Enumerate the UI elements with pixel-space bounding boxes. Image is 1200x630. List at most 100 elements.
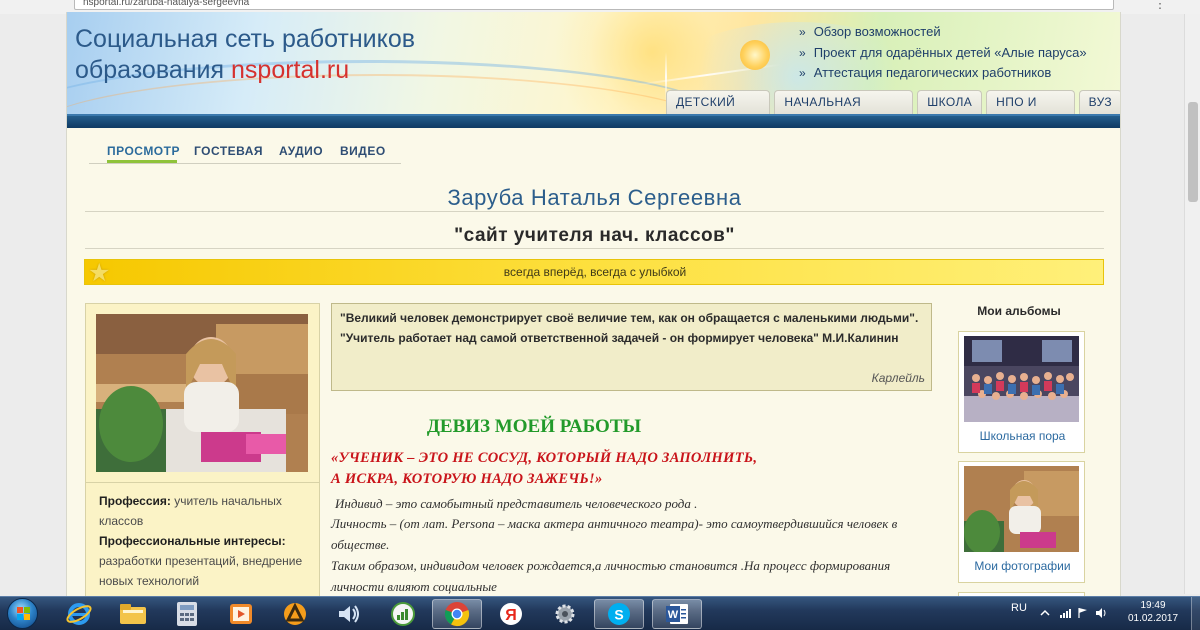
yandex-icon[interactable]: Я xyxy=(486,599,536,629)
site-title-line1: Социальная сеть работников xyxy=(75,25,416,53)
chrome-glyph xyxy=(444,602,470,627)
tab-audio[interactable]: Аудио xyxy=(279,144,323,158)
quote-author: Карлейль xyxy=(871,371,925,385)
profession-label: Профессия: xyxy=(99,494,171,508)
show-desktop-button[interactable] xyxy=(1191,597,1200,630)
header-link-attestation[interactable]: » Аттестация педагогических работников xyxy=(799,63,1087,84)
calculator-glyph xyxy=(177,602,197,626)
flag-icon[interactable] xyxy=(1077,607,1089,619)
profile-photo[interactable] xyxy=(96,314,308,472)
ie-icon[interactable] xyxy=(54,599,104,629)
paragraph-formation: Таким образом, индивидом человек рождает… xyxy=(331,558,891,594)
header-divider-band xyxy=(67,114,1120,128)
network-icon[interactable] xyxy=(1059,607,1071,619)
web-page: Социальная сеть работников образования n… xyxy=(66,12,1121,596)
interests-label: Профессиональные интересы: xyxy=(99,534,286,548)
skype-glyph: S xyxy=(608,603,630,625)
album-thumbnail[interactable] xyxy=(964,466,1079,552)
site-brand: nsportal.ru xyxy=(231,56,350,84)
header-link-label: Обзор возможностей xyxy=(813,24,941,39)
tab-primary-school[interactable]: Начальная школа xyxy=(774,90,914,114)
active-tab-indicator xyxy=(107,160,177,163)
tab-video[interactable]: Видео xyxy=(340,144,386,158)
menu-icon[interactable]: ⋮ xyxy=(1152,0,1168,12)
scroll-thumb[interactable] xyxy=(1188,102,1198,202)
folder-icon xyxy=(120,604,146,624)
motto-banner: ★ всегда вперёд, всегда с улыбкой xyxy=(84,259,1104,286)
album-caption[interactable]: Мои фотографии xyxy=(959,559,1086,573)
paragraph-personality: Личность – (от лат. Persona – маска акте… xyxy=(331,516,898,552)
skype-icon[interactable]: S xyxy=(594,599,644,629)
work-motto-quote-line1: «УЧЕНИК – ЭТО НЕ СОСУД, КОТОРЫЙ НАДО ЗАП… xyxy=(331,450,758,466)
site-header: Социальная сеть работников образования n… xyxy=(67,12,1120,114)
chrome-icon[interactable] xyxy=(432,599,482,629)
divider xyxy=(85,248,1104,249)
tab-vocational[interactable]: НПО и СПО xyxy=(986,90,1075,114)
header-link-scarlet-sails[interactable]: » Проект для одарённых детей «Алые паруса… xyxy=(799,43,1087,64)
calculator-icon[interactable] xyxy=(162,599,212,629)
quote-text: "Великий человек демонстрирует своё вели… xyxy=(340,311,919,345)
motto-text: всегда вперёд, всегда с улыбкой xyxy=(503,265,687,279)
avast-glyph xyxy=(284,602,306,625)
word-glyph: W xyxy=(666,604,688,624)
profile-subnav: Просмотр Гостевая Аудио Видео xyxy=(89,140,401,164)
paragraph-individual: Индивид – это самобытный представитель ч… xyxy=(335,496,698,511)
language-indicator[interactable]: RU xyxy=(1011,602,1027,614)
speaker-tray-icon[interactable] xyxy=(1095,607,1107,619)
tab-university[interactable]: ВУЗ xyxy=(1078,90,1120,114)
interests-value: разработки презентаций, внедрение новых … xyxy=(99,554,303,588)
work-motto-quote-line2: А ИСКРА, КОТОРУЮ НАДО ЗАЖЕЧЬ!» xyxy=(331,471,603,487)
media-player-glyph xyxy=(230,604,252,624)
clock-time[interactable]: 19:49 xyxy=(1131,600,1175,612)
album-photo-image xyxy=(964,336,1079,422)
bullet-icon: » xyxy=(799,25,806,39)
media-player-icon[interactable] xyxy=(216,599,266,629)
tab-view[interactable]: Просмотр xyxy=(107,144,180,158)
header-link-label: Проект для одарённых детей «Алые паруса» xyxy=(813,44,1087,60)
albums-title: Мои альбомы xyxy=(977,304,1061,318)
address-bar[interactable]: nsportal.ru/zaruba-natalya-sergeevna xyxy=(74,0,1114,10)
word-icon[interactable]: W xyxy=(652,599,702,629)
gauge-icon xyxy=(391,602,415,626)
work-motto-quote: «УЧЕНИК – ЭТО НЕ СОСУД, КОТОРЫЙ НАДО ЗАП… xyxy=(331,448,811,490)
start-button[interactable] xyxy=(4,597,40,630)
tab-kindergarten[interactable]: Детский сад xyxy=(666,90,771,114)
divider xyxy=(85,211,1104,212)
volume-mixer-icon[interactable] xyxy=(324,599,374,629)
album-card[interactable]: Мои фотографии xyxy=(958,461,1085,583)
tools-icon[interactable] xyxy=(540,599,590,629)
header-links: » Обзор возможностей » Проект для одарённы… xyxy=(799,22,1087,84)
svg-text:W: W xyxy=(668,609,679,621)
page-scrollbar[interactable] xyxy=(1184,14,1200,594)
site-title-prefix: образования xyxy=(75,56,225,84)
header-link-label: Аттестация педагогических работников xyxy=(813,65,1052,80)
explorer-icon[interactable] xyxy=(108,599,158,629)
album-thumbnail[interactable] xyxy=(964,336,1079,422)
chart-app-icon[interactable] xyxy=(378,599,428,629)
quote-block: "Великий человек демонстрирует своё вели… xyxy=(331,303,932,391)
education-level-tabs: Детский сад Начальная школа Школа НПО и … xyxy=(666,90,1120,114)
header-link-overview[interactable]: » Обзор возможностей xyxy=(799,22,1087,43)
profile-card: Профессия: учитель начальных классов Про… xyxy=(85,303,320,596)
clock-date[interactable]: 01.02.2017 xyxy=(1125,613,1181,625)
work-motto-heading: ДЕВИЗ МОЕЙ РАБОТЫ xyxy=(426,416,642,437)
sun-decoration-icon xyxy=(740,40,770,70)
windows-logo-icon xyxy=(7,598,38,629)
windows-taskbar: Я S W RU 19:49 01.02.2017 xyxy=(0,596,1200,630)
tab-school[interactable]: Школа xyxy=(917,90,983,114)
site-logo-title[interactable]: Социальная сеть работников образования n… xyxy=(75,24,415,86)
avast-icon[interactable] xyxy=(270,599,320,629)
album-photo-image xyxy=(964,466,1079,552)
site-subtitle: "сайт учителя нач. классов" xyxy=(454,225,735,246)
page-title: Заруба Наталья Сергеевна xyxy=(447,185,742,210)
expand-tray-icon[interactable] xyxy=(1039,607,1051,619)
album-caption[interactable]: Школьная пора xyxy=(959,429,1086,443)
svg-text:S: S xyxy=(614,607,623,623)
tab-guestbook[interactable]: Гостевая xyxy=(194,144,263,158)
ie-icon-glyph xyxy=(66,603,92,625)
profile-photo-image xyxy=(96,314,308,472)
settings-gear-icon xyxy=(555,604,575,624)
speaker-icon xyxy=(339,605,359,623)
bullet-icon: » xyxy=(799,66,806,80)
album-card[interactable]: Школьная пора xyxy=(958,331,1085,453)
